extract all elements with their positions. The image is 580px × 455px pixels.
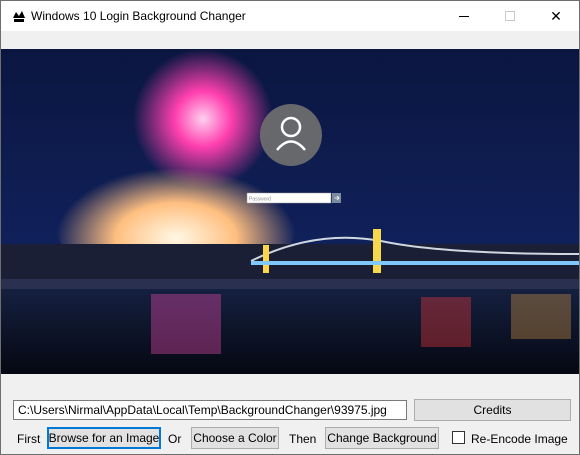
water [1,289,579,374]
reflection-red [421,297,471,347]
reencode-checkbox[interactable] [452,431,465,444]
bridge-deck [251,261,579,265]
maximize-button [487,1,533,31]
change-background-button[interactable]: Change Background [325,427,439,449]
reencode-label[interactable]: Re-Encode Image [471,432,568,446]
close-icon: ✕ [550,7,562,24]
choose-color-button[interactable]: Choose a Color [191,427,279,449]
image-path-field[interactable] [13,400,407,420]
window-title: Windows 10 Login Background Changer [31,9,246,23]
close-button[interactable]: ✕ [533,1,579,31]
app-icon [13,11,25,22]
preview-image: Password [1,49,579,374]
bridge-tower-right [373,229,381,273]
bridge-tower-left [263,245,269,273]
maximize-icon [505,11,515,21]
browse-image-button[interactable]: Browse for an Image [47,427,161,449]
title-bar[interactable]: Windows 10 Login Background Changer ✕ [1,1,579,31]
password-placeholder: Password [249,197,271,203]
app-window: Windows 10 Login Background Changer ✕ Pa… [0,0,580,455]
background-preview: Password [1,49,579,374]
first-label: First [17,432,41,446]
minimize-icon [459,15,469,17]
reflection-amber [511,294,571,339]
reflection-pink [151,294,221,354]
or-label: Or [168,432,182,446]
then-label: Then [289,432,317,446]
credits-button[interactable]: Credits [414,399,571,421]
minimize-button[interactable] [441,1,487,31]
